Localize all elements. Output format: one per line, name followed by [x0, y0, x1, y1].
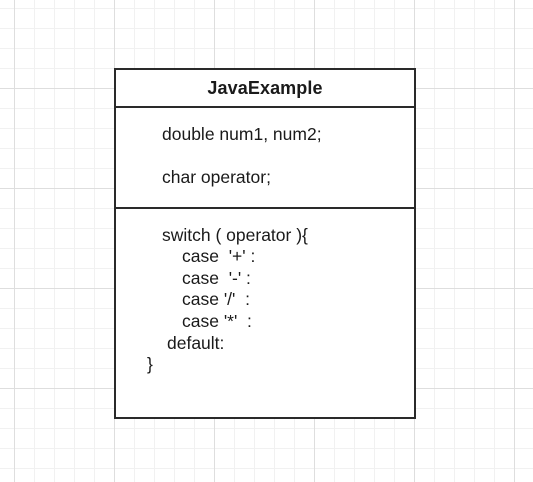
- uml-class-box[interactable]: JavaExample double num1, num2; char oper…: [114, 68, 416, 419]
- operation-line: default:: [167, 333, 225, 353]
- operation-line: case '/' :: [182, 289, 250, 309]
- operation-line: case '*' :: [182, 311, 252, 331]
- operation-line: case '-' :: [182, 268, 251, 288]
- attribute-line: double num1, num2;: [162, 124, 322, 144]
- class-name: JavaExample: [207, 77, 323, 98]
- operation-line: }: [147, 354, 153, 374]
- operation-line: case '+' :: [182, 246, 256, 266]
- class-name-compartment: JavaExample: [116, 70, 414, 108]
- operations-compartment: switch ( operator ){ case '+' : case '-'…: [116, 209, 414, 417]
- attribute-line: char operator;: [162, 167, 271, 187]
- attributes-compartment: double num1, num2; char operator;: [116, 108, 414, 209]
- operation-line: switch ( operator ){: [162, 225, 308, 245]
